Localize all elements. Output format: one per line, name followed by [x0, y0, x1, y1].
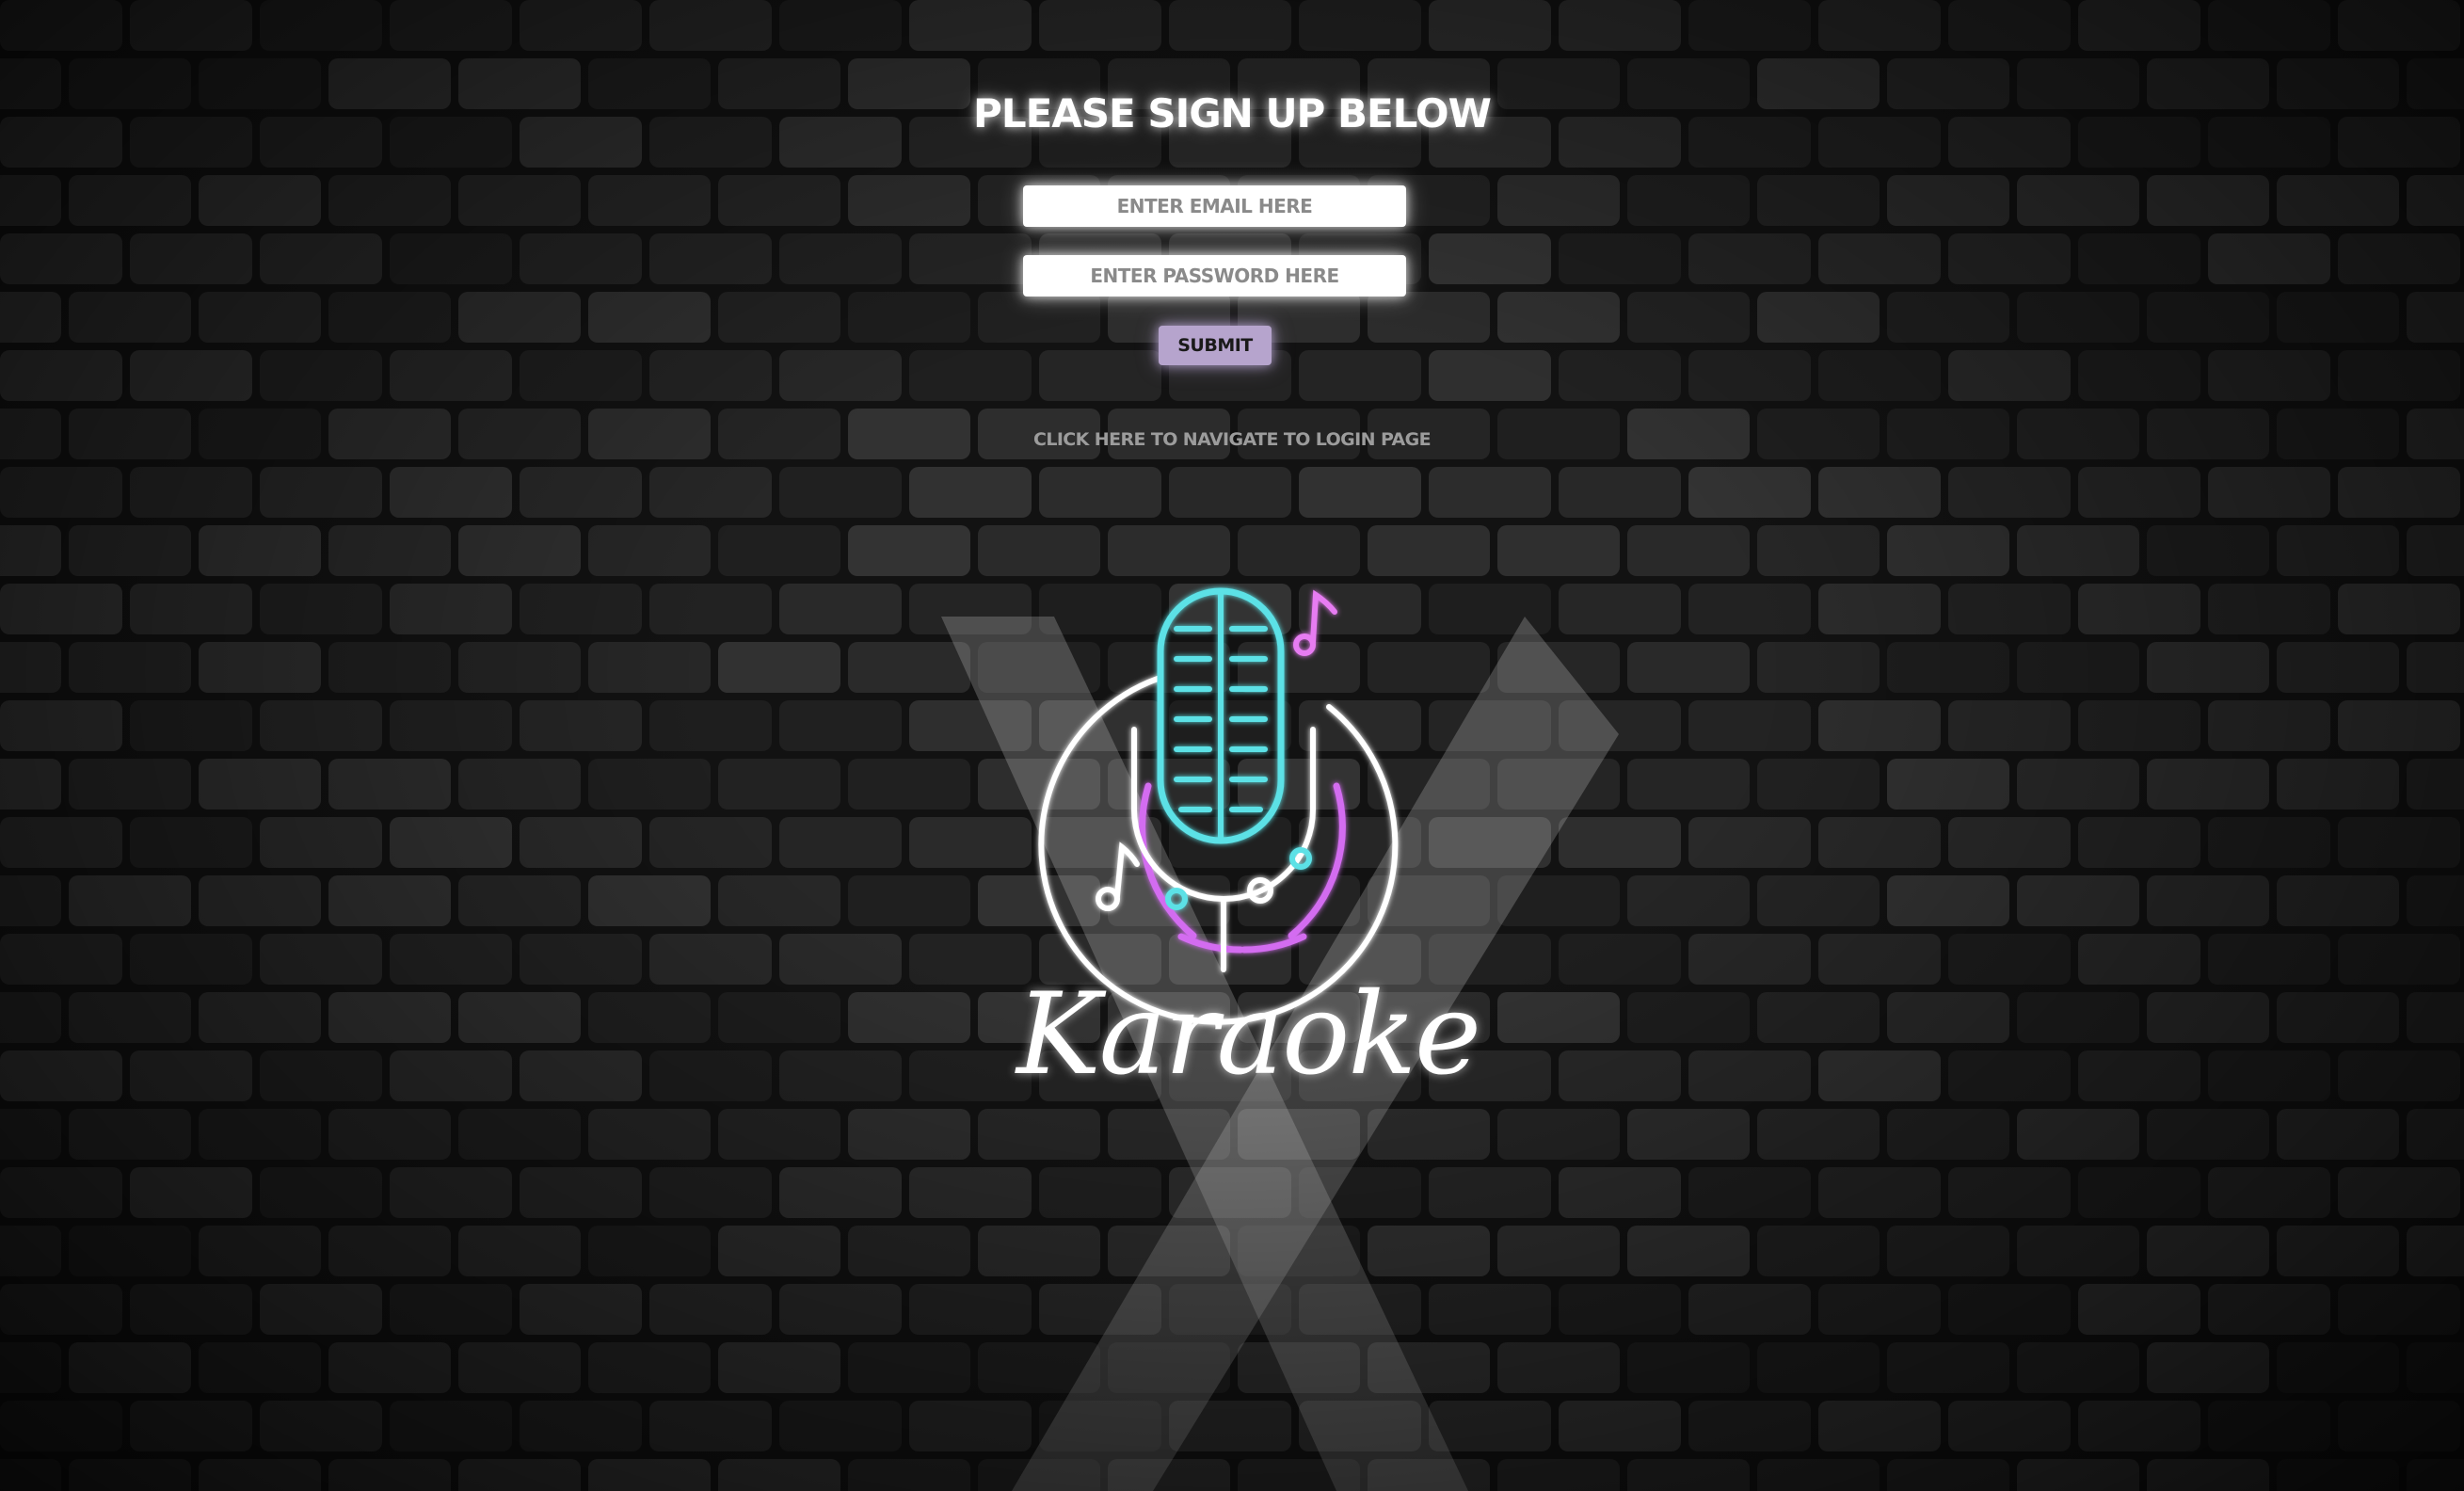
submit-button[interactable]: SUBMIT	[1159, 326, 1272, 365]
page-title: PLEASE SIGN UP BELOW	[973, 90, 1492, 136]
password-field[interactable]	[1023, 255, 1406, 297]
email-field[interactable]	[1023, 185, 1406, 227]
karaoke-logo-text: Karaoke	[1016, 970, 1481, 1100]
login-link[interactable]: CLICK HERE TO NAVIGATE TO LOGIN PAGE	[0, 429, 2464, 450]
